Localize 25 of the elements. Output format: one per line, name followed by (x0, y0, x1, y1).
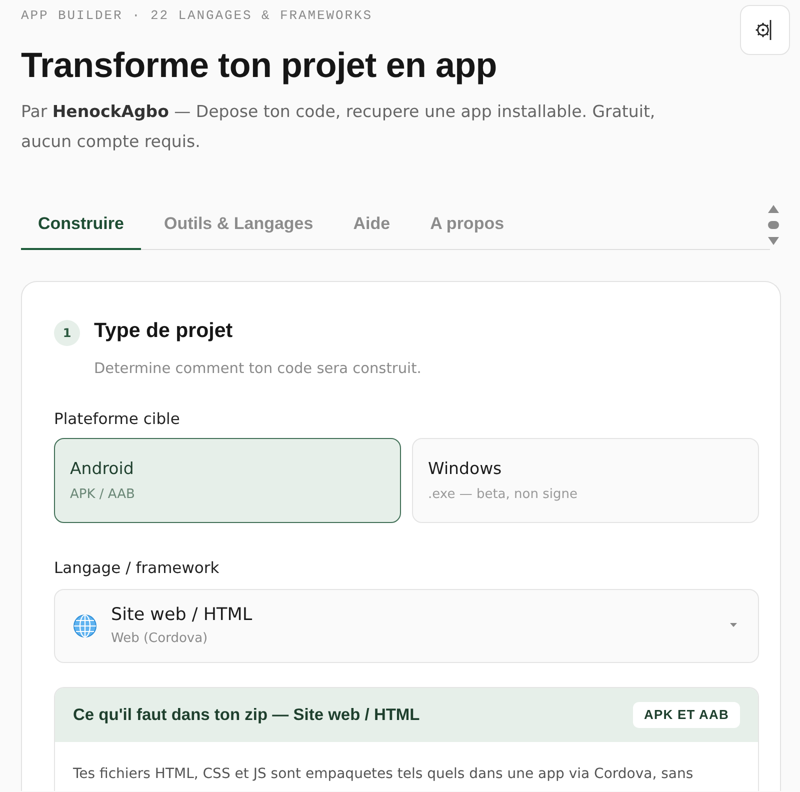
subtitle-text: Par HenockAgbo — Depose ton code, recupere une app installable. Gratuit, aucun compte requis. (21, 101, 656, 153)
info-text: Tes fichiers HTML, CSS et JS sont empaquetes tels quels dans une app via Cordova, sans (72, 765, 694, 784)
option-name: Android (70, 459, 134, 479)
select-detail: Web (Cordova) (111, 630, 209, 648)
eyebrow-text: APP BUILDER · 22 LANGAGES & FRAMEWORKS (21, 7, 374, 24)
scroll-arrows-icon (767, 204, 780, 246)
platform-option[interactable]: Android APK / AAB (54, 438, 401, 523)
select-value: Site web / HTML (111, 604, 254, 627)
field-label: Plateforme cible (54, 409, 181, 429)
option-name: Windows (428, 459, 502, 479)
format-badge: APK ET AAB (633, 702, 740, 728)
tab[interactable]: Construire (21, 201, 141, 250)
section-title: Type de projet (94, 319, 233, 343)
step-number-badge: 1 (54, 320, 80, 346)
framework-select[interactable]: Site web / HTML Web (Cordova) (54, 589, 759, 663)
option-detail: APK / AAB (70, 486, 135, 504)
page-title: Transforme ton projet en app (21, 46, 498, 86)
info-title: Ce qu'il faut dans ton zip — Site web / HTML (73, 706, 420, 724)
platform-option[interactable]: Windows .exe — beta, non signe (412, 438, 759, 523)
section-description: Determine comment ton code sera construit. (94, 360, 422, 379)
field-label: Langage / framework (54, 558, 220, 578)
theme-toggle-button[interactable] (740, 5, 790, 55)
option-detail: .exe — beta, non signe (428, 486, 578, 504)
globe-icon (73, 614, 97, 638)
caret-icon (730, 623, 737, 627)
